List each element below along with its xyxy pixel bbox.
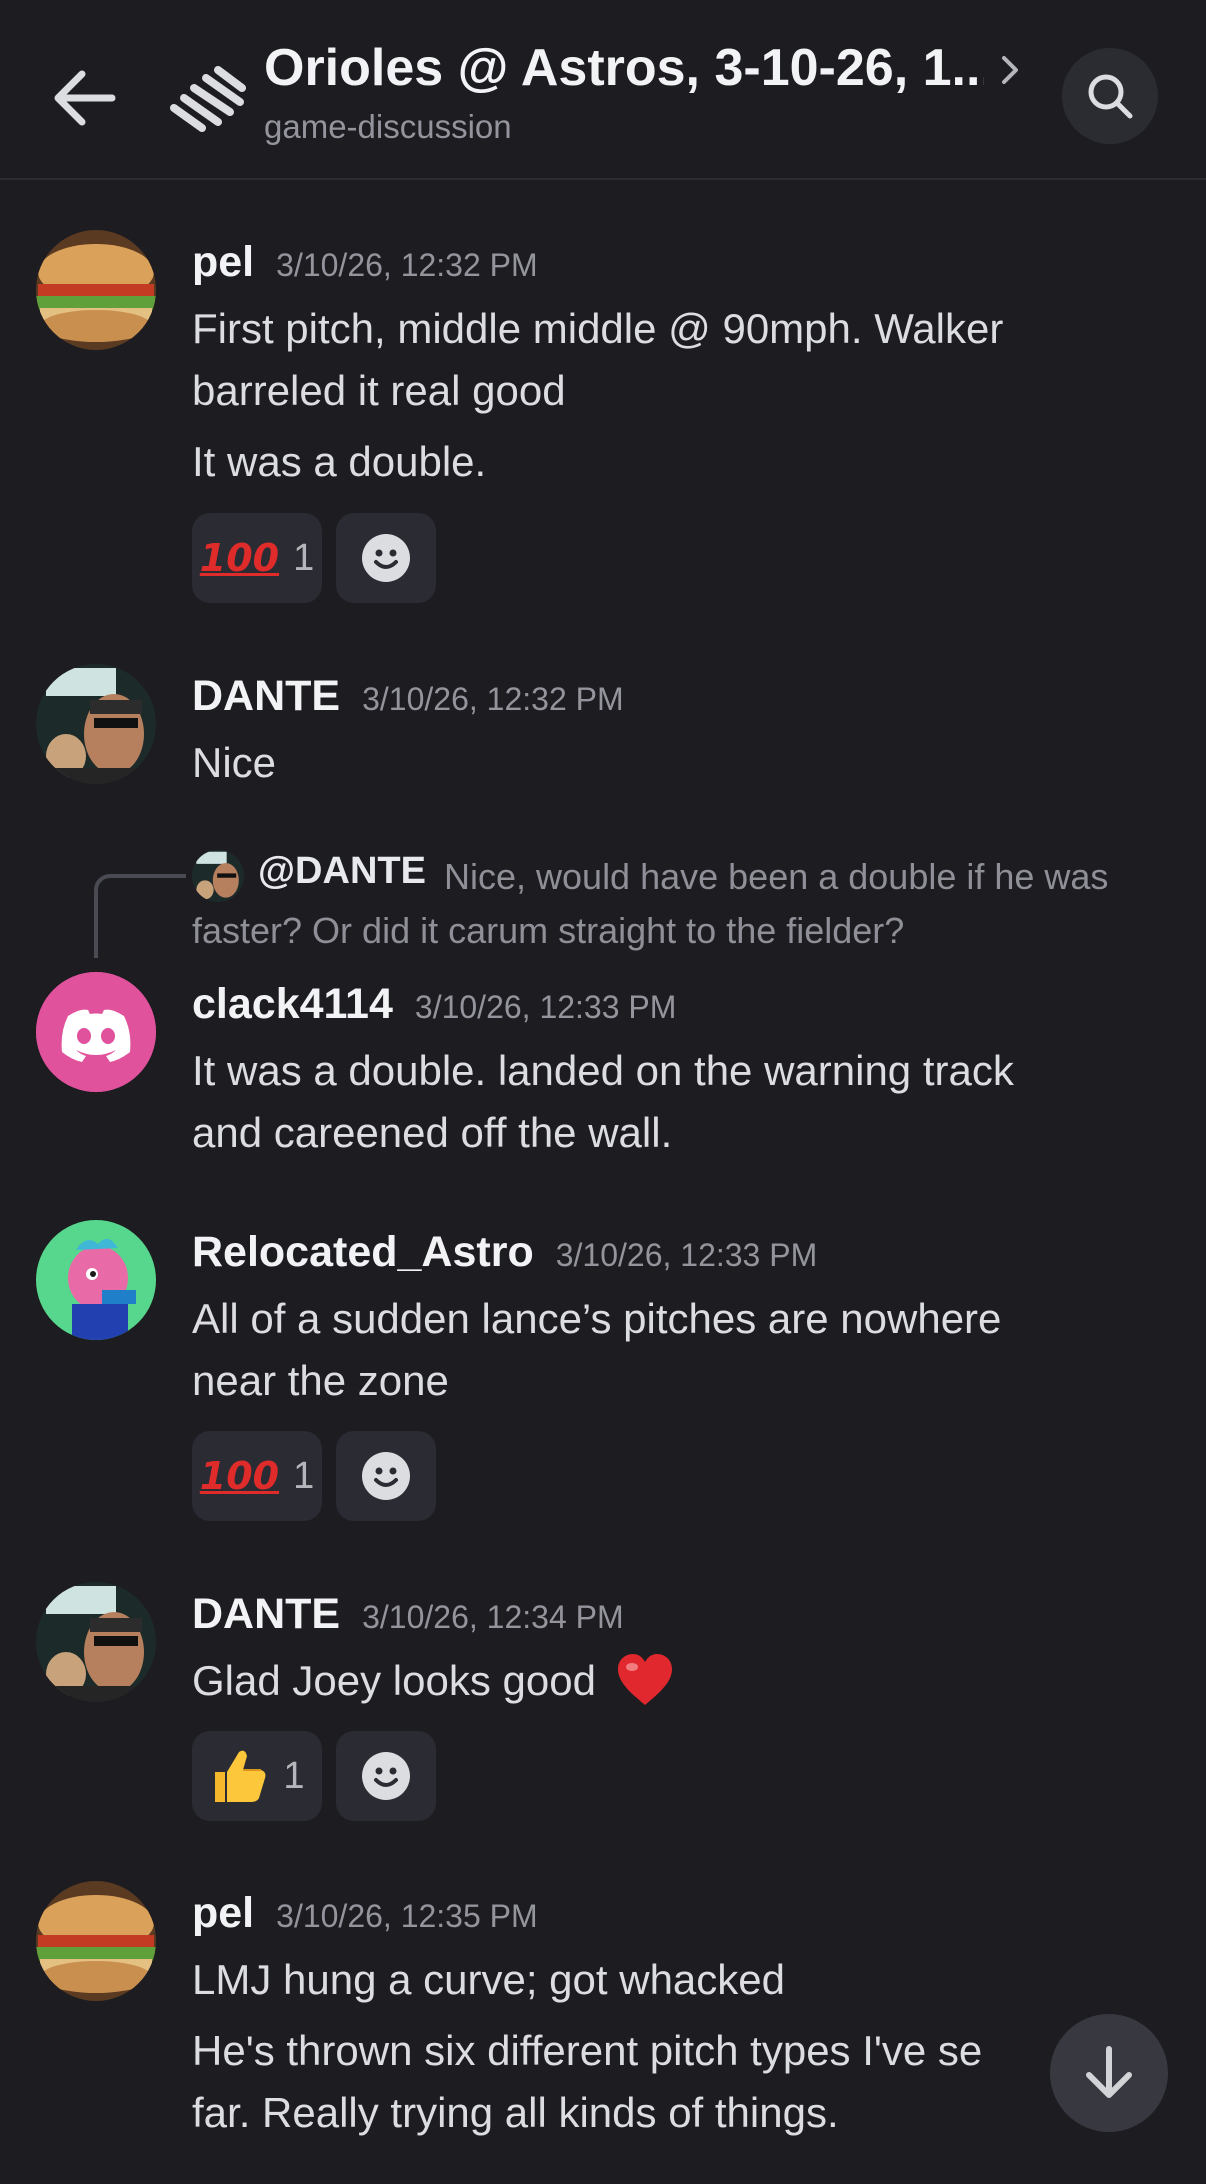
username[interactable]: DANTE 3/10/26, 12:34 PM bbox=[192, 1590, 624, 1639]
red-heart-icon bbox=[617, 1654, 672, 1705]
username-text[interactable]: pel bbox=[192, 238, 254, 286]
message-text: LMJ hung a curve; got whacked bbox=[192, 1956, 786, 2003]
message-text: All of a sudden lance’s pitches are nowh… bbox=[192, 1295, 1002, 1342]
username[interactable]: pel 3/10/26, 12:32 PM bbox=[192, 238, 538, 287]
avatar[interactable] bbox=[36, 1582, 156, 1702]
message[interactable]: Relocated_Astro 3/10/26, 12:33 PM All of … bbox=[0, 1218, 1206, 1538]
thumbs-up-icon bbox=[215, 1750, 266, 1802]
thread-icon bbox=[166, 66, 246, 136]
avatar[interactable] bbox=[36, 1881, 156, 2001]
thread-title[interactable]: Orioles @ Astros, 3-10-26, 1... bbox=[264, 38, 984, 98]
reaction-count: 1 bbox=[293, 536, 315, 579]
message[interactable]: clack4114 3/10/26, 12:33 PM It was a doub… bbox=[0, 970, 1206, 1170]
hundred-points-icon: 100 bbox=[199, 536, 280, 580]
message-text: barreled it real good bbox=[192, 367, 566, 414]
scroll-to-bottom-button[interactable] bbox=[1050, 2014, 1168, 2132]
timestamp: 3/10/26, 12:33 PM bbox=[555, 1237, 818, 1273]
add-reaction-button[interactable] bbox=[336, 1431, 436, 1521]
back-button[interactable] bbox=[50, 66, 120, 130]
username[interactable]: Relocated_Astro 3/10/26, 12:33 PM bbox=[192, 1228, 817, 1277]
message[interactable]: pel 3/10/26, 12:32 PM First pitch, middle… bbox=[0, 228, 1206, 628]
username-text[interactable]: clack4114 bbox=[192, 980, 393, 1028]
username[interactable]: clack4114 3/10/26, 12:33 PM bbox=[192, 980, 676, 1029]
reply-connector bbox=[94, 874, 186, 958]
search-icon bbox=[1088, 74, 1133, 119]
timestamp: 3/10/26, 12:35 PM bbox=[276, 1898, 538, 1934]
discord-logo-icon bbox=[36, 972, 156, 1092]
username[interactable]: pel 3/10/26, 12:35 PM bbox=[192, 1889, 538, 1938]
message[interactable]: DANTE 3/10/26, 12:32 PM Nice bbox=[0, 662, 1206, 812]
chevron-right-icon[interactable] bbox=[996, 48, 1026, 92]
message-text: First pitch, middle middle @ 90mph. Walk… bbox=[192, 305, 1004, 352]
search-button[interactable] bbox=[1062, 48, 1158, 144]
avatar[interactable] bbox=[36, 230, 156, 350]
message-text: and careened off the wall. bbox=[192, 1109, 673, 1156]
username-text[interactable]: DANTE bbox=[192, 1590, 340, 1638]
avatar[interactable] bbox=[36, 972, 156, 1092]
reaction-thumbs-up[interactable]: 1 bbox=[192, 1731, 322, 1821]
message[interactable]: pel 3/10/26, 12:35 PM LMJ hung a curve; g… bbox=[0, 1879, 1206, 2184]
username[interactable]: DANTE 3/10/26, 12:32 PM bbox=[192, 672, 624, 721]
timestamp: 3/10/26, 12:32 PM bbox=[362, 681, 624, 717]
message-text: Nice bbox=[192, 739, 277, 786]
add-reaction-button[interactable] bbox=[336, 513, 436, 603]
channel-name[interactable]: game-discussion bbox=[264, 108, 512, 146]
arrow-left-icon bbox=[54, 70, 116, 126]
timestamp: 3/10/26, 12:33 PM bbox=[414, 989, 677, 1025]
message-text: It was a double. landed on the warning t… bbox=[192, 1047, 1014, 1094]
smiley-icon bbox=[362, 1452, 410, 1500]
smiley-icon bbox=[362, 1752, 410, 1800]
message[interactable]: DANTE 3/10/26, 12:34 PM Glad Joey looks g… bbox=[0, 1580, 1206, 1840]
message-text: near the zone bbox=[192, 1357, 449, 1404]
reaction-count: 1 bbox=[283, 1754, 305, 1797]
reaction-100[interactable]: 100 1 bbox=[192, 513, 322, 603]
smiley-icon bbox=[362, 534, 410, 582]
reply-mention[interactable]: @DANTE bbox=[258, 850, 426, 893]
arrow-down-icon bbox=[1086, 2046, 1132, 2098]
channel-header: Orioles @ Astros, 3-10-26, 1... game-dis… bbox=[0, 0, 1206, 180]
timestamp: 3/10/26, 12:34 PM bbox=[362, 1599, 624, 1635]
message-text: He's thrown six different pitch types I'… bbox=[192, 2027, 983, 2074]
message-text: Glad Joey looks good bbox=[192, 1650, 1152, 1712]
hundred-points-icon: 100 bbox=[199, 1454, 280, 1498]
message-text: It was a double. bbox=[192, 438, 487, 485]
chat-screen: Orioles @ Astros, 3-10-26, 1... game-dis… bbox=[0, 0, 1206, 2184]
username-text[interactable]: DANTE bbox=[192, 672, 340, 720]
timestamp: 3/10/26, 12:32 PM bbox=[276, 247, 538, 283]
message-text-content: Glad Joey looks good bbox=[192, 1657, 596, 1704]
message-text: far. Really trying all kinds of things. bbox=[192, 2089, 839, 2136]
username-text[interactable]: pel bbox=[192, 1889, 254, 1937]
reaction-100[interactable]: 100 1 bbox=[192, 1431, 322, 1521]
username-text[interactable]: Relocated_Astro bbox=[192, 1228, 534, 1276]
avatar[interactable] bbox=[36, 664, 156, 784]
reaction-count: 1 bbox=[293, 1454, 315, 1497]
add-reaction-button[interactable] bbox=[336, 1731, 436, 1821]
avatar[interactable] bbox=[36, 1220, 156, 1340]
